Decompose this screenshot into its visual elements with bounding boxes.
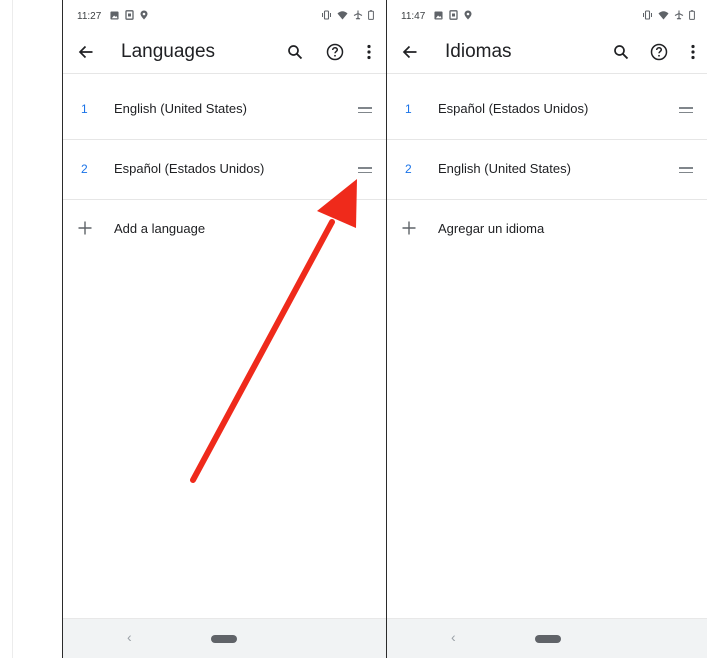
help-button[interactable] [647,40,671,64]
vibrate-icon [643,10,652,20]
sim-card-icon [125,10,134,20]
plus-icon [399,218,419,238]
notification-icons [110,10,148,20]
app-bar: Idiomas [387,30,707,74]
language-rank: 2 [81,162,88,176]
vibrate-icon [322,10,331,20]
airplane-icon [674,10,684,20]
language-row[interactable]: 1 English (United States) [63,80,386,140]
drag-handle-icon[interactable] [358,164,374,176]
system-status-icons [321,10,374,20]
more-options-button[interactable] [357,40,381,64]
airplane-icon [353,10,363,20]
language-row[interactable]: 2 Español (Estados Unidos) [63,140,386,200]
system-navigation-bar: ‹ [63,618,386,658]
system-navigation-bar: ‹ [387,618,707,658]
language-list: 1 English (United States) 2 Español (Est… [63,80,386,260]
language-rank: 1 [405,102,412,116]
language-rank: 2 [405,162,412,176]
system-status-icons [642,10,695,20]
help-button[interactable] [323,40,347,64]
phone-screen-spanish: 11:47 Idiomas 1 Español (Estados Unidos)… [386,0,707,658]
nav-back-button[interactable]: ‹ [127,629,132,645]
page-title: Idiomas [445,41,512,62]
more-vert-icon [691,44,695,60]
location-pin-icon [464,10,472,20]
back-button[interactable] [75,41,97,63]
search-icon [614,45,629,60]
more-vert-icon [367,44,371,60]
status-bar: 11:27 [63,0,386,30]
language-name: English (United States) [438,161,571,176]
language-row[interactable]: 1 Español (Estados Unidos) [387,80,707,140]
language-row[interactable]: 2 English (United States) [387,140,707,200]
wifi-icon [337,11,348,20]
status-bar: 11:47 [387,0,707,30]
search-button[interactable] [609,40,633,64]
app-bar: Languages [63,30,386,74]
notification-icons [434,10,472,20]
add-language-label: Add a language [114,221,206,236]
drag-handle-icon[interactable] [679,104,695,116]
battery-icon [368,10,374,20]
page-title: Languages [121,41,216,62]
more-options-button[interactable] [681,40,705,64]
margin-divider [12,0,13,658]
search-icon [288,45,303,60]
location-pin-icon [140,10,148,20]
back-button[interactable] [399,41,421,63]
language-list: 1 Español (Estados Unidos) 2 English (Un… [387,80,707,260]
phone-screen-english: 11:27 Languages 1 English (United States… [62,0,386,658]
search-button[interactable] [283,40,307,64]
drag-handle-icon[interactable] [358,104,374,116]
add-language-label: Agregar un idioma [438,221,545,236]
nav-home-pill[interactable] [211,635,237,643]
image-icon [434,10,443,20]
nav-back-button[interactable]: ‹ [451,629,456,645]
language-name: English (United States) [114,101,247,116]
arrow-back-icon [402,45,417,59]
image-icon [110,10,119,20]
add-language-button[interactable]: Agregar un idioma [387,200,707,260]
nav-home-pill[interactable] [535,635,561,643]
left-margin [0,0,62,658]
wifi-icon [658,11,669,20]
sim-card-icon [449,10,458,20]
language-rank: 1 [81,102,88,116]
help-icon [326,43,344,61]
status-time: 11:27 [77,11,102,22]
language-name: Español (Estados Unidos) [114,161,265,176]
language-name: Español (Estados Unidos) [438,101,589,116]
drag-handle-icon[interactable] [679,164,695,176]
help-icon [650,43,668,61]
plus-icon [75,218,95,238]
arrow-back-icon [78,45,93,59]
status-time: 11:47 [401,11,426,22]
battery-icon [689,10,695,20]
add-language-button[interactable]: Add a language [63,200,386,260]
